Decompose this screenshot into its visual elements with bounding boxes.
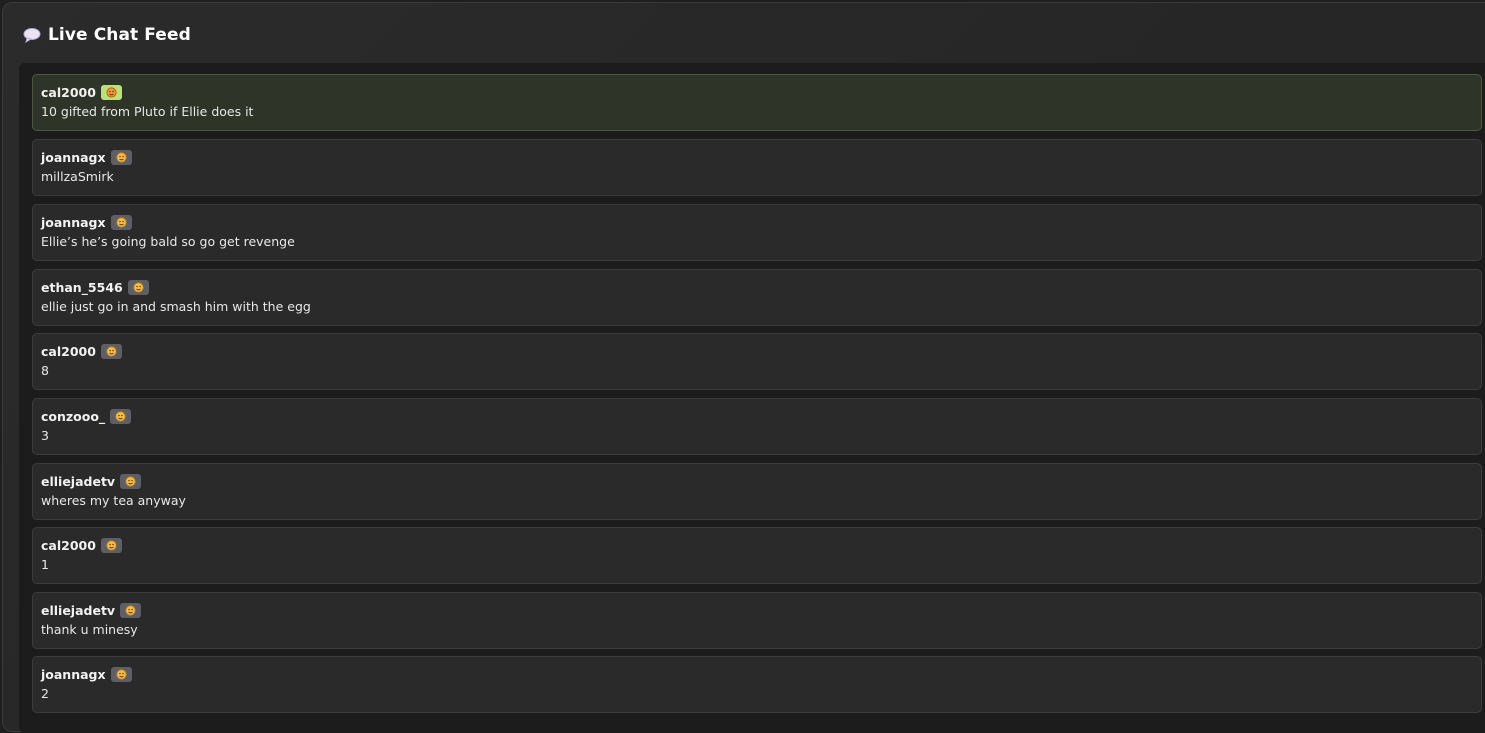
message-header: joannagx (41, 148, 132, 166)
chat-message-text: thank u minesy (41, 622, 138, 637)
message-header: cal2000 (41, 342, 122, 360)
chat-message-text: 8 (41, 363, 49, 378)
chat-message[interactable]: joannagx Ellie’s he’s going bald so go g… (32, 204, 1482, 261)
chat-message[interactable]: ethan_5546 ellie just go in and smash hi… (32, 269, 1482, 326)
chat-message[interactable]: conzooo_ 3 (32, 398, 1482, 455)
message-header: joannagx (41, 213, 132, 231)
page-title: Live Chat Feed (48, 25, 191, 45)
chat-username[interactable]: conzooo_ (41, 409, 105, 424)
chat-username[interactable]: cal2000 (41, 344, 96, 359)
chat-feed[interactable]: cal2000 10 gifted from Pluto if Ellie do… (19, 63, 1485, 733)
face-emoji-icon (100, 343, 122, 359)
chat-message[interactable]: elliejadetv thank u minesy (32, 592, 1482, 649)
message-header: cal2000 (41, 83, 122, 101)
chat-panel: Live Chat Feed cal2000 10 gifted from Pl… (2, 2, 1485, 733)
face-emoji-icon (120, 602, 142, 618)
chat-message-text: Ellie’s he’s going bald so go get reveng… (41, 234, 295, 249)
message-header: conzooo_ (41, 407, 132, 425)
face-emoji-icon (120, 473, 142, 489)
chat-message[interactable]: elliejadetv wheres my tea anyway (32, 463, 1482, 520)
chat-message-text: millzaSmirk (41, 169, 114, 184)
chat-message-text: 2 (41, 686, 49, 701)
chat-message[interactable]: cal2000 8 (32, 333, 1482, 390)
chat-username[interactable]: joannagx (41, 150, 106, 165)
chat-username[interactable]: elliejadetv (41, 603, 115, 618)
chat-message-text: 1 (41, 557, 49, 572)
chat-message[interactable]: cal2000 10 gifted from Pluto if Ellie do… (32, 74, 1482, 131)
message-header: cal2000 (41, 536, 122, 554)
chat-message-text: wheres my tea anyway (41, 493, 186, 508)
face-emoji-icon (100, 537, 122, 553)
message-header: elliejadetv (41, 601, 142, 619)
face-emoji-icon (110, 408, 132, 424)
face-emoji-icon (110, 149, 132, 165)
chat-username[interactable]: cal2000 (41, 85, 96, 100)
chat-message[interactable]: cal2000 1 (32, 527, 1482, 584)
chat-username[interactable]: cal2000 (41, 538, 96, 553)
message-header: ethan_5546 (41, 278, 149, 296)
chat-message[interactable]: joannagx 2 (32, 656, 1482, 713)
chat-username[interactable]: elliejadetv (41, 474, 115, 489)
face-emoji-icon (110, 214, 132, 230)
speech-bubble-icon (22, 25, 42, 45)
chat-header: Live Chat Feed (22, 22, 191, 48)
face-emoji-icon (100, 84, 122, 100)
chat-message-text: 3 (41, 428, 49, 443)
face-emoji-icon (127, 279, 149, 295)
chat-message[interactable]: joannagx millzaSmirk (32, 139, 1482, 196)
chat-message-text: 10 gifted from Pluto if Ellie does it (41, 104, 254, 119)
face-emoji-icon (110, 666, 132, 682)
message-header: joannagx (41, 665, 132, 683)
message-header: elliejadetv (41, 472, 142, 490)
chat-message-text: ellie just go in and smash him with the … (41, 299, 311, 314)
chat-username[interactable]: ethan_5546 (41, 280, 123, 295)
chat-username[interactable]: joannagx (41, 215, 106, 230)
chat-username[interactable]: joannagx (41, 667, 106, 682)
